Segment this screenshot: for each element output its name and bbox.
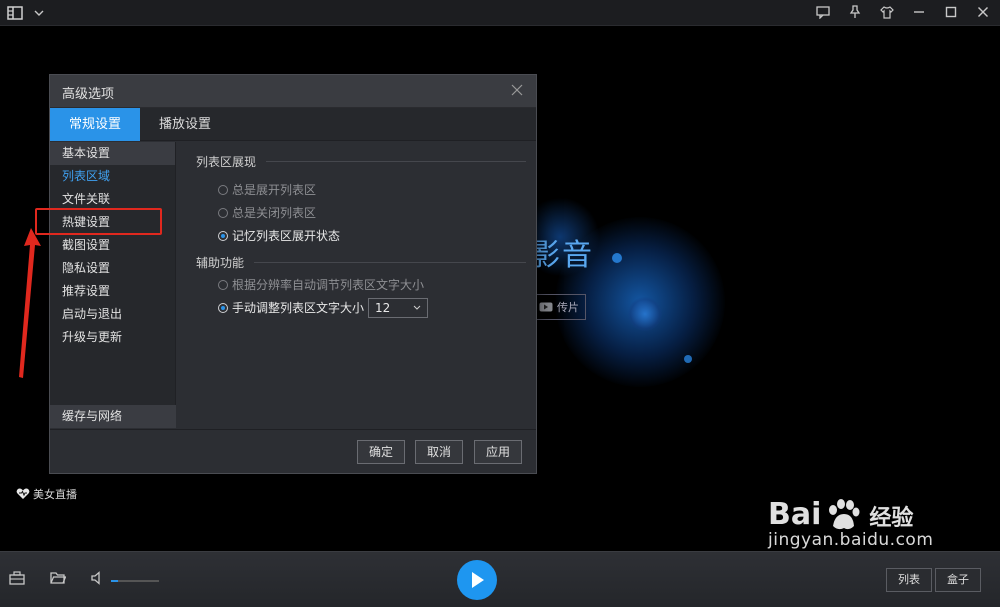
sidebar-item-privacy[interactable]: 隐私设置 <box>50 257 175 280</box>
window-controls <box>814 3 992 21</box>
radio-label: 记忆列表区展开状态 <box>232 229 341 243</box>
divider <box>254 261 526 263</box>
radio-circle[interactable] <box>218 207 228 218</box>
close-icon <box>511 84 523 96</box>
volume-icon[interactable] <box>90 571 108 589</box>
cast-button[interactable]: 传片 <box>530 294 586 320</box>
message-icon[interactable] <box>814 3 832 21</box>
decor-glow <box>612 253 622 263</box>
skin-icon[interactable] <box>878 3 896 21</box>
open-folder-icon[interactable] <box>50 571 68 589</box>
divider <box>266 160 526 162</box>
radio-label: 总是展开列表区 <box>232 183 317 197</box>
radio-label: 手动调整列表区文字大小 <box>232 301 365 315</box>
advanced-options-dialog: 高级选项 常规设置 播放设置 基本设置 列表区域 文件关联 热键设置 截图设置 … <box>49 74 537 474</box>
section-list-display: 列表区展现 <box>196 150 526 172</box>
live-link[interactable]: 美女直播 <box>16 486 77 502</box>
decor-glow <box>684 355 692 363</box>
radio-label: 总是关闭列表区 <box>232 206 317 220</box>
dialog-title: 高级选项 <box>62 87 115 102</box>
live-label: 美女直播 <box>33 488 77 501</box>
minimize-icon[interactable] <box>910 3 928 21</box>
apply-button[interactable]: 应用 <box>474 440 522 464</box>
radio-manual-font-size[interactable]: 手动调整列表区文字大小 12 <box>196 296 526 319</box>
annotation-arrow <box>19 228 41 378</box>
sidebar-item-cache-network[interactable]: 缓存与网络 <box>50 405 176 428</box>
font-size-select[interactable]: 12 <box>368 297 429 318</box>
settings-sidebar: 基本设置 列表区域 文件关联 热键设置 截图设置 隐私设置 推荐设置 启动与退出… <box>50 142 176 428</box>
radio-circle[interactable] <box>218 279 228 290</box>
sidebar-item-list-area[interactable]: 列表区域 <box>50 165 175 188</box>
radio-label: 根据分辨率自动调节列表区文字大小 <box>232 278 425 292</box>
dialog-body: 基本设置 列表区域 文件关联 热键设置 截图设置 隐私设置 推荐设置 启动与退出… <box>50 142 536 428</box>
volume-slider[interactable] <box>111 580 159 582</box>
box-button[interactable]: 盒子 <box>935 568 981 592</box>
radio-always-expand[interactable]: 总是展开列表区 <box>196 178 526 201</box>
radio-circle[interactable] <box>218 302 228 313</box>
toolbox-icon[interactable] <box>9 571 27 589</box>
player-control-bar: 列表 盒子 <box>0 551 1000 607</box>
dialog-tabs: 常规设置 播放设置 <box>50 108 536 141</box>
cancel-button[interactable]: 取消 <box>415 440 463 464</box>
section-title: 列表区展现 <box>196 154 257 169</box>
main-menu-icon[interactable] <box>6 4 24 22</box>
section-title: 辅助功能 <box>196 255 245 270</box>
radio-remember-state[interactable]: 记忆列表区展开状态 <box>196 224 526 247</box>
play-icon <box>472 572 484 588</box>
dialog-close-button[interactable] <box>508 82 526 100</box>
tab-general-settings[interactable]: 常规设置 <box>50 108 140 141</box>
maximize-icon[interactable] <box>942 3 960 21</box>
title-bar <box>0 0 1000 26</box>
volume-fill <box>111 580 119 582</box>
play-button[interactable] <box>457 560 497 600</box>
sidebar-item-basic[interactable]: 基本设置 <box>50 142 175 165</box>
annotation-highlight-box <box>35 208 162 235</box>
tv-icon <box>539 302 553 312</box>
ok-button[interactable]: 确定 <box>357 440 405 464</box>
chevron-down-icon[interactable] <box>30 4 48 22</box>
radio-always-close[interactable]: 总是关闭列表区 <box>196 201 526 224</box>
pin-icon[interactable] <box>846 3 864 21</box>
sidebar-item-startup-exit[interactable]: 启动与退出 <box>50 303 175 326</box>
player-logo-text: 影音 <box>530 238 594 273</box>
settings-content: 列表区展现 总是展开列表区 总是关闭列表区 记忆列表区展开状态 辅助功能 根据分… <box>196 150 526 319</box>
title-bar-left <box>6 4 48 22</box>
dialog-footer: 确定 取消 应用 <box>50 429 536 473</box>
heart-icon <box>16 488 30 499</box>
section-aux: 辅助功能 <box>196 251 526 273</box>
font-size-value: 12 <box>375 300 391 315</box>
sidebar-item-screenshot[interactable]: 截图设置 <box>50 234 175 257</box>
radio-auto-font-size[interactable]: 根据分辨率自动调节列表区文字大小 <box>196 273 526 296</box>
sidebar-item-recommend[interactable]: 推荐设置 <box>50 280 175 303</box>
cast-label: 传片 <box>557 301 579 314</box>
dialog-header: 高级选项 <box>50 75 536 108</box>
radio-circle[interactable] <box>218 230 228 241</box>
radio-circle[interactable] <box>218 184 228 195</box>
decor-glow <box>628 297 662 331</box>
list-button[interactable]: 列表 <box>886 568 932 592</box>
chevron-down-icon <box>413 305 421 310</box>
close-icon[interactable] <box>974 3 992 21</box>
tab-playback-settings[interactable]: 播放设置 <box>140 108 230 141</box>
sidebar-item-update[interactable]: 升级与更新 <box>50 326 175 349</box>
